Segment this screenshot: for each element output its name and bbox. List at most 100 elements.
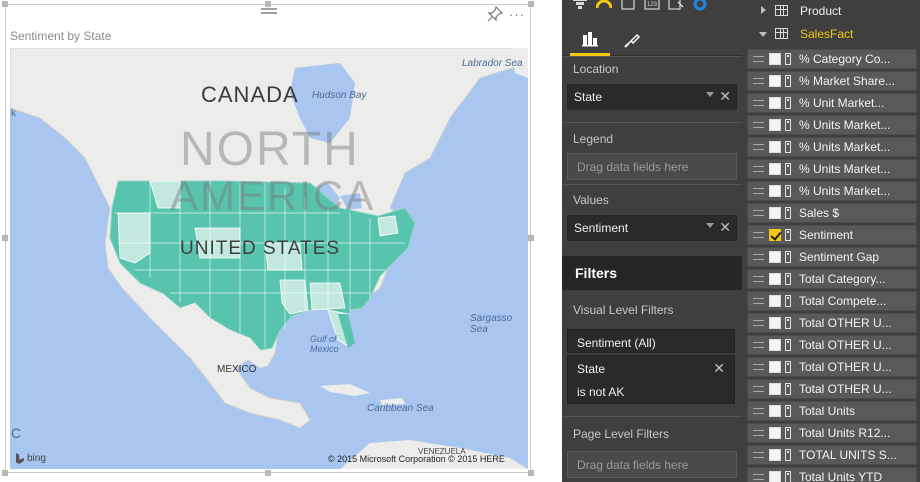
bing-attribution[interactable]: bing (16, 453, 46, 464)
tab-format[interactable] (612, 24, 652, 56)
drag-grip-icon[interactable] (753, 342, 764, 348)
field-item[interactable]: Total OTHER U... (747, 357, 917, 377)
field-checkbox[interactable] (769, 119, 781, 131)
tab-fields[interactable] (570, 24, 610, 56)
field-checkbox[interactable] (769, 163, 781, 175)
field-item[interactable]: Total Units YTD (747, 467, 917, 482)
map-canvas[interactable]: CANADA NORTH AMERICA UNITED STATES Hudso… (10, 48, 528, 469)
card-icon[interactable] (620, 0, 636, 12)
field-checkbox[interactable] (769, 185, 781, 197)
field-checkbox[interactable] (769, 207, 781, 219)
drag-grip-icon[interactable] (753, 122, 764, 128)
kpi-icon[interactable] (668, 0, 684, 12)
drag-grip-icon[interactable] (753, 188, 764, 194)
field-item[interactable]: Total Units R12... (747, 423, 917, 443)
field-checkbox[interactable] (769, 295, 781, 307)
field-checkbox[interactable] (769, 361, 781, 373)
location-well[interactable]: State ✕ (567, 84, 737, 110)
field-checkbox[interactable] (769, 97, 781, 109)
field-item[interactable]: Total OTHER U... (747, 335, 917, 355)
field-item[interactable]: % Category Co... (747, 49, 917, 69)
field-checkbox[interactable] (769, 317, 781, 329)
field-item[interactable]: Sentiment Gap (747, 247, 917, 267)
field-item[interactable]: Total Category... (747, 269, 917, 289)
chevron-right-icon[interactable] (761, 6, 766, 14)
field-item[interactable]: Total Compete... (747, 291, 917, 311)
field-item[interactable]: Total OTHER U... (747, 379, 917, 399)
chevron-down-icon[interactable] (706, 223, 714, 228)
drag-grip-icon[interactable] (753, 320, 764, 326)
drag-grip-icon[interactable] (753, 474, 764, 480)
values-field: Sentiment (574, 221, 629, 235)
field-checkbox[interactable] (769, 405, 781, 417)
field-checkbox[interactable] (769, 53, 781, 65)
drag-grip-icon[interactable] (753, 364, 764, 370)
drag-grip-icon[interactable] (753, 56, 764, 62)
field-item[interactable]: Total OTHER U... (747, 313, 917, 333)
field-item[interactable]: TOTAL UNITS S... (747, 445, 917, 465)
drag-grip-icon[interactable] (753, 430, 764, 436)
map-visual[interactable]: ··· Sentiment by State CANADA NORTH AMER… (5, 4, 531, 473)
chevron-down-icon[interactable] (706, 92, 714, 97)
field-item[interactable]: Total Units (747, 401, 917, 421)
field-checkbox[interactable] (769, 251, 781, 263)
close-icon[interactable]: ✕ (713, 360, 725, 377)
field-item[interactable]: % Market Share... (747, 71, 917, 91)
drag-grip-icon[interactable] (753, 144, 764, 150)
filter-card-state[interactable]: State is not AK ✕ (567, 355, 735, 404)
drag-grip-icon[interactable] (753, 100, 764, 106)
legend-drop-zone[interactable]: Drag data fields here (567, 153, 737, 180)
drag-grip-icon[interactable] (753, 78, 764, 84)
resize-handle-left[interactable] (2, 235, 8, 241)
field-checkbox[interactable] (769, 339, 781, 351)
field-checkbox[interactable] (769, 427, 781, 439)
funnel-chart-icon[interactable] (572, 0, 588, 12)
pin-icon[interactable] (487, 6, 503, 22)
drag-grip-icon[interactable] (753, 166, 764, 172)
field-checkbox[interactable] (769, 471, 781, 482)
field-item[interactable]: Sentiment (747, 225, 917, 245)
field-checkbox[interactable] (769, 273, 781, 285)
resize-handle-right[interactable] (528, 235, 534, 241)
field-item[interactable]: % Units Market... (747, 181, 917, 201)
drag-grip-icon[interactable] (753, 298, 764, 304)
multi-row-card-icon[interactable]: 123 (644, 0, 660, 12)
close-icon[interactable]: ✕ (719, 88, 731, 105)
table-salesfact[interactable]: SalesFact (742, 23, 920, 45)
field-checkbox[interactable] (769, 449, 781, 461)
field-item[interactable]: Sales $ (747, 203, 917, 223)
gauge-icon[interactable] (596, 0, 612, 12)
drag-grip-icon[interactable] (753, 452, 764, 458)
drag-grip-icon[interactable] (753, 386, 764, 392)
field-checkbox[interactable] (769, 141, 781, 153)
chevron-down-icon[interactable] (759, 32, 767, 37)
filter-card-sentiment[interactable]: Sentiment (All) (567, 329, 735, 353)
more-options-icon[interactable]: ··· (509, 7, 525, 22)
resize-handle-top[interactable] (265, 1, 271, 7)
resize-handle-top-left[interactable] (2, 1, 8, 7)
close-icon[interactable]: ✕ (719, 219, 731, 236)
field-item[interactable]: % Units Market... (747, 137, 917, 157)
page-filters-drop-zone[interactable]: Drag data fields here (567, 451, 737, 478)
resize-handle-top-right[interactable] (528, 1, 534, 7)
field-checkbox[interactable] (769, 229, 781, 241)
drag-grip-icon[interactable] (753, 276, 764, 282)
field-item[interactable]: % Unit Market... (747, 93, 917, 113)
field-item[interactable]: % Units Market... (747, 159, 917, 179)
drag-grip-icon[interactable] (753, 232, 764, 238)
resize-handle-bottom-left[interactable] (2, 470, 8, 476)
drag-grip-icon[interactable] (753, 254, 764, 260)
drag-handle-icon[interactable] (261, 6, 277, 16)
resize-handle-bottom[interactable] (265, 470, 271, 476)
filters-title: Filters (575, 265, 618, 281)
calculator-icon (785, 339, 791, 351)
field-item[interactable]: % Units Market... (747, 115, 917, 135)
values-well[interactable]: Sentiment ✕ (567, 215, 737, 241)
donut-chart-icon[interactable] (692, 0, 708, 12)
field-checkbox[interactable] (769, 75, 781, 87)
drag-grip-icon[interactable] (753, 408, 764, 414)
drag-grip-icon[interactable] (753, 210, 764, 216)
table-product[interactable]: Product (742, 0, 920, 22)
resize-handle-bottom-right[interactable] (528, 470, 534, 476)
field-checkbox[interactable] (769, 383, 781, 395)
